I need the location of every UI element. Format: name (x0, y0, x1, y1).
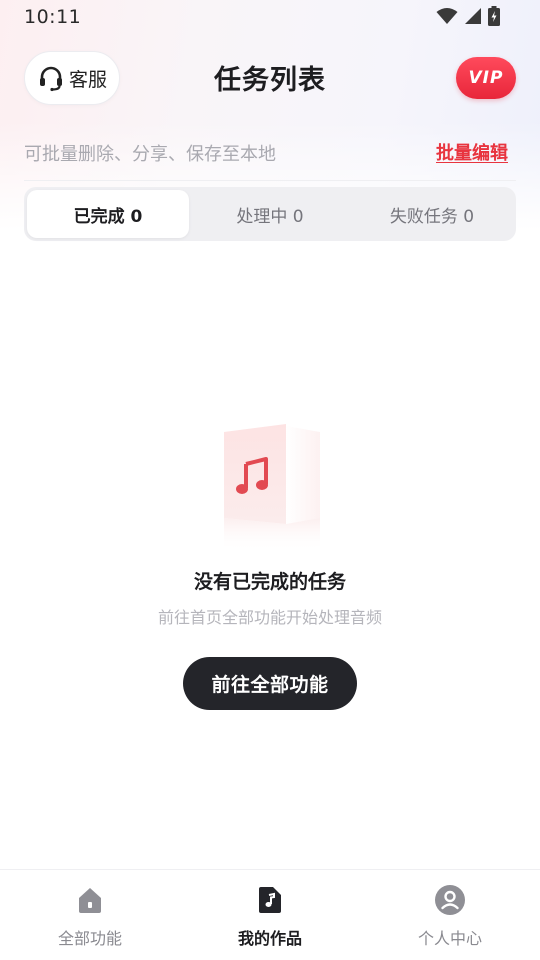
music-file-icon (254, 884, 286, 916)
wifi-icon (436, 8, 458, 24)
empty-illustration (210, 418, 330, 558)
tab-completed[interactable]: 已完成 0 (27, 190, 189, 238)
tab-failed[interactable]: 失败任务 0 (351, 190, 513, 238)
battery-charging-icon (488, 6, 500, 26)
nav-item-my-works[interactable]: 我的作品 (180, 870, 360, 960)
tab-processing[interactable]: 处理中 0 (189, 190, 351, 238)
nav-item-profile[interactable]: 个人中心 (360, 870, 540, 960)
bottom-navigation: 全部功能 我的作品 个人中心 (0, 869, 540, 960)
user-icon (434, 884, 466, 916)
task-status-tabs: 已完成 0 处理中 0 失败任务 0 (24, 187, 516, 241)
empty-state-subtitle: 前往首页全部功能开始处理音频 (157, 608, 382, 627)
nav-item-all-features[interactable]: 全部功能 (0, 870, 180, 960)
batch-edit-link[interactable]: 批量编辑 (436, 139, 508, 165)
go-to-all-features-button[interactable]: 前往全部功能 (183, 657, 357, 710)
status-time: 10:11 (24, 6, 82, 28)
nav-label-my-works: 我的作品 (237, 929, 302, 948)
home-icon (74, 884, 106, 916)
empty-state-title: 没有已完成的任务 (193, 571, 346, 593)
cellular-signal-icon (465, 8, 481, 24)
status-icons (436, 6, 500, 26)
nav-label-profile: 个人中心 (417, 929, 482, 948)
divider (24, 180, 516, 181)
batch-hint-text: 可批量删除、分享、保存至本地 (24, 144, 276, 165)
nav-label-all-features: 全部功能 (57, 929, 122, 948)
vip-badge[interactable]: VIP (456, 57, 516, 99)
